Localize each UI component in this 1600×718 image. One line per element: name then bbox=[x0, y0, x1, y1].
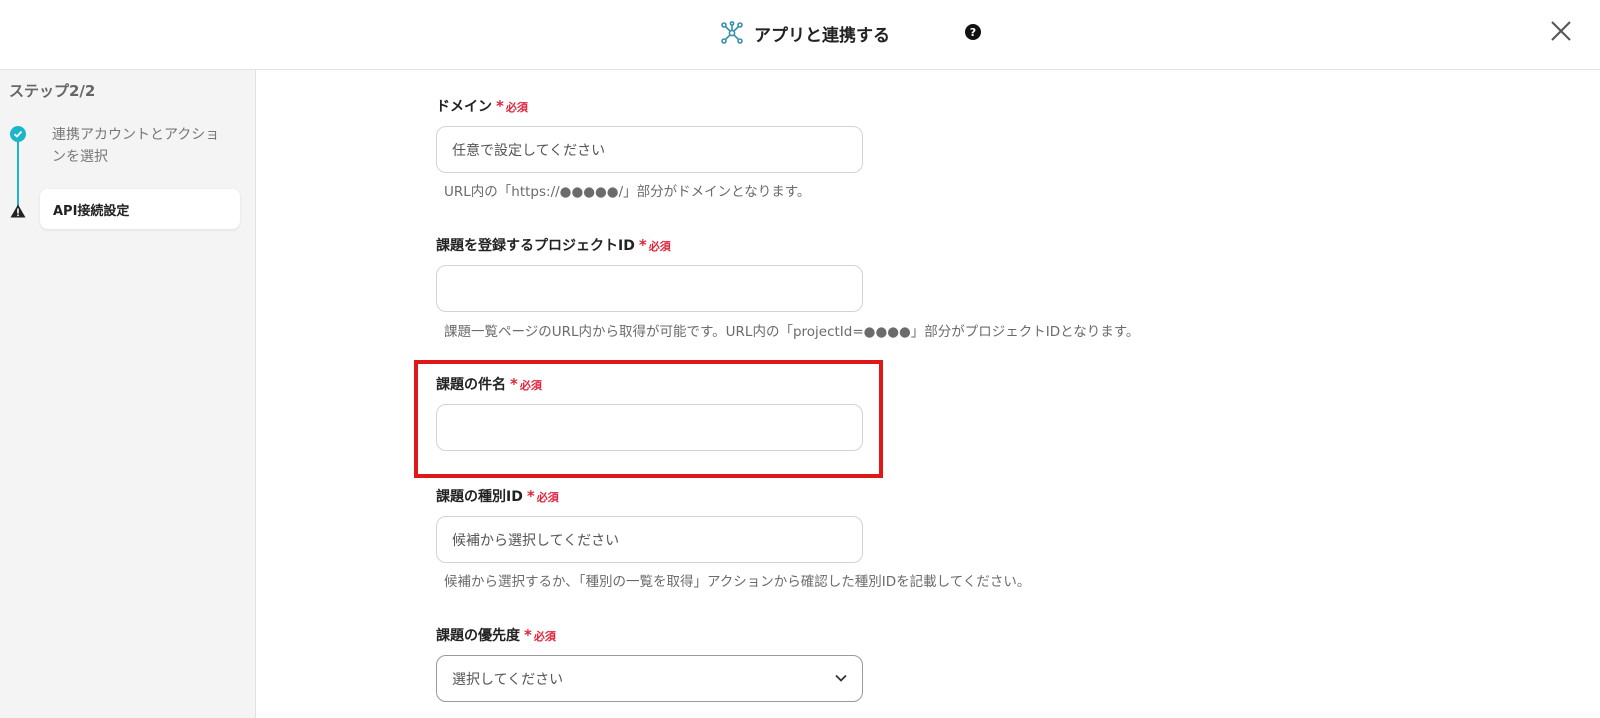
label-text: 課題の種別ID bbox=[436, 489, 523, 505]
label-text: ドメイン bbox=[436, 99, 492, 115]
step-item-select-account[interactable]: 連携アカウントとアクションを選択 bbox=[52, 124, 232, 168]
field-label-project-id: 課題を登録するプロジェクトID * 必須 bbox=[436, 235, 671, 255]
issue-type-id-help: 候補から選択するか、「種別の一覧を取得」アクションから確認した種別IDを記載して… bbox=[444, 574, 1031, 590]
field-label-priority: 課題の優先度 * 必須 bbox=[436, 625, 556, 645]
warning-icon bbox=[10, 204, 26, 218]
step-item-api-settings[interactable]: API接続設定 bbox=[40, 189, 240, 229]
field-label-issue-type-id: 課題の種別ID * 必須 bbox=[436, 486, 559, 506]
label-text: 課題を登録するプロジェクトID bbox=[436, 238, 635, 254]
issue-type-id-input[interactable]: 候補から選択してください bbox=[436, 516, 863, 563]
project-id-input[interactable] bbox=[436, 265, 863, 312]
required-badge: * 必須 bbox=[526, 487, 559, 505]
highlight-box bbox=[414, 360, 883, 478]
chevron-down-icon bbox=[835, 674, 847, 682]
step-counter: ステップ2/2 bbox=[9, 82, 96, 100]
required-badge: * 必須 bbox=[496, 97, 528, 115]
required-badge: * 必須 bbox=[524, 626, 556, 644]
close-icon[interactable] bbox=[1548, 18, 1574, 44]
step-sidebar: ステップ2/2 連携アカウントとアクションを選択 API接続設定 bbox=[0, 70, 256, 718]
priority-select-value: 選択してください bbox=[452, 671, 564, 688]
domain-help: URL内の「https://●●●●●/」部分がドメインとなります。 bbox=[444, 184, 811, 200]
check-icon bbox=[10, 126, 26, 142]
modal-header: アプリと連携する ? bbox=[0, 0, 1600, 70]
priority-select[interactable]: 選択してください bbox=[436, 655, 863, 702]
help-icon[interactable]: ? bbox=[965, 24, 981, 40]
field-label-domain: ドメイン * 必須 bbox=[436, 96, 528, 116]
project-id-help: 課題一覧ページのURL内から取得が可能です。URL内の「projectId=●●… bbox=[444, 324, 1140, 340]
required-badge: * 必須 bbox=[638, 236, 671, 254]
integration-icon bbox=[721, 21, 743, 44]
domain-input[interactable]: 任意で設定してください bbox=[436, 126, 863, 173]
step-connector bbox=[17, 138, 19, 210]
modal-title-text: アプリと連携する bbox=[754, 25, 890, 46]
modal-title: アプリと連携する bbox=[720, 18, 890, 48]
label-text: 課題の優先度 bbox=[436, 628, 520, 644]
